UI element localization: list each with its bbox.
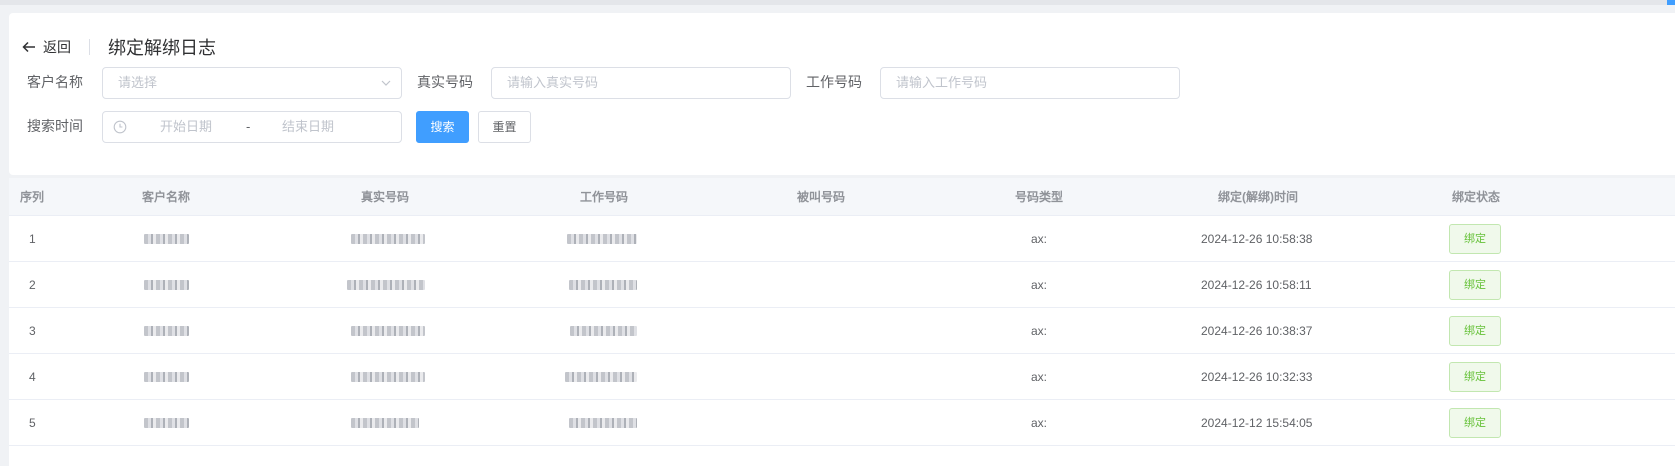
- cell-bind-time: 2024-12-26 10:58:11: [1201, 278, 1312, 292]
- work-number-label: 工作号码: [806, 74, 862, 90]
- date-separator: -: [246, 119, 251, 134]
- col-real-number: 真实号码: [361, 190, 410, 204]
- real-number-input[interactable]: 请输入真实号码: [491, 67, 791, 99]
- cell-index: 3: [29, 324, 36, 338]
- reset-button[interactable]: 重置: [478, 111, 531, 143]
- status-badge: 绑定: [1449, 270, 1501, 300]
- customer-select-placeholder: 请选择: [118, 75, 158, 90]
- cell-real-number-redacted: [351, 418, 419, 428]
- col-number-type: 号码类型: [1015, 190, 1064, 204]
- table-header: 序列 客户名称 真实号码 工作号码 被叫号码 号码类型 绑定(解绑)时间 绑定状…: [9, 178, 1675, 216]
- top-accent: [1667, 0, 1675, 5]
- work-number-placeholder: 请输入工作号码: [896, 75, 988, 90]
- cell-work-number-redacted: [567, 234, 637, 244]
- cell-bind-time: 2024-12-26 10:32:33: [1201, 370, 1313, 384]
- back-button[interactable]: 返回: [21, 37, 71, 57]
- log-table: 序列 客户名称 真实号码 工作号码 被叫号码 号码类型 绑定(解绑)时间 绑定状…: [9, 178, 1675, 466]
- cell-real-number-redacted: [351, 372, 425, 382]
- cell-work-number-redacted: [569, 418, 637, 428]
- customer-label: 客户名称: [27, 74, 83, 90]
- status-badge: 绑定: [1449, 224, 1501, 254]
- clock-icon: [113, 120, 127, 134]
- filter-card: 返回 绑定解绑日志 客户名称 请选择 真实号码 请输入真实号码 工作号码 请输入…: [9, 13, 1675, 175]
- search-button[interactable]: 搜索: [416, 111, 469, 143]
- real-number-placeholder: 请输入真实号码: [507, 75, 599, 90]
- cell-index: 2: [29, 278, 36, 292]
- end-date-input[interactable]: 结束日期: [263, 112, 353, 142]
- cell-index: 1: [29, 232, 36, 246]
- chevron-down-icon: [381, 80, 391, 86]
- table-row: 4 ax: 2024-12-26 10:32:33 绑定: [9, 354, 1675, 400]
- table-row: 3 ax: 2024-12-26 10:38:37 绑定: [9, 308, 1675, 354]
- status-badge: 绑定: [1449, 408, 1501, 438]
- cell-index: 4: [29, 370, 36, 384]
- col-called-number: 被叫号码: [797, 190, 846, 204]
- real-number-label: 真实号码: [417, 74, 473, 90]
- status-badge: 绑定: [1449, 362, 1501, 392]
- work-number-input[interactable]: 请输入工作号码: [880, 67, 1180, 99]
- cell-number-type: ax:: [1031, 232, 1048, 246]
- cell-work-number-redacted: [570, 326, 637, 336]
- cell-real-number-redacted: [351, 326, 425, 336]
- cell-work-number-redacted: [565, 372, 637, 382]
- cell-customer-redacted: [144, 326, 189, 336]
- back-label: 返回: [43, 39, 71, 55]
- col-bind-time: 绑定(解绑)时间: [1218, 190, 1298, 204]
- cell-number-type: ax:: [1031, 324, 1048, 338]
- customer-select[interactable]: 请选择: [102, 67, 402, 99]
- top-bar: [0, 0, 1675, 5]
- header-divider: [89, 39, 90, 55]
- col-customer: 客户名称: [142, 190, 191, 204]
- page-title: 绑定解绑日志: [108, 38, 216, 58]
- cell-customer-redacted: [144, 280, 189, 290]
- arrow-left-icon: [22, 41, 35, 53]
- col-bind-status: 绑定状态: [1452, 190, 1501, 204]
- cell-customer-redacted: [144, 234, 189, 244]
- table-row: 1 ax: 2024-12-26 10:58:38 绑定: [9, 216, 1675, 262]
- cell-number-type: ax:: [1031, 370, 1048, 384]
- time-label: 搜索时间: [27, 118, 83, 134]
- date-range-picker[interactable]: 开始日期 - 结束日期: [102, 111, 402, 143]
- cell-customer-redacted: [144, 418, 189, 428]
- cell-number-type: ax:: [1031, 416, 1048, 430]
- col-index: 序列: [20, 190, 45, 204]
- cell-real-number-redacted: [347, 280, 425, 290]
- cell-number-type: ax:: [1031, 278, 1048, 292]
- page-header: 返回 绑定解绑日志: [21, 35, 216, 59]
- table-row: 5 ax: 2024-12-12 15:54:05 绑定: [9, 400, 1675, 446]
- col-work-number: 工作号码: [580, 190, 629, 204]
- cell-work-number-redacted: [569, 280, 637, 290]
- cell-real-number-redacted: [351, 234, 425, 244]
- status-badge: 绑定: [1449, 316, 1501, 346]
- cell-index: 5: [29, 416, 36, 430]
- cell-bind-time: 2024-12-12 15:54:05: [1201, 416, 1313, 430]
- start-date-input[interactable]: 开始日期: [141, 112, 231, 142]
- cell-bind-time: 2024-12-26 10:58:38: [1201, 232, 1313, 246]
- cell-bind-time: 2024-12-26 10:38:37: [1201, 324, 1313, 338]
- table-row: 2 ax: 2024-12-26 10:58:11 绑定: [9, 262, 1675, 308]
- cell-customer-redacted: [144, 372, 189, 382]
